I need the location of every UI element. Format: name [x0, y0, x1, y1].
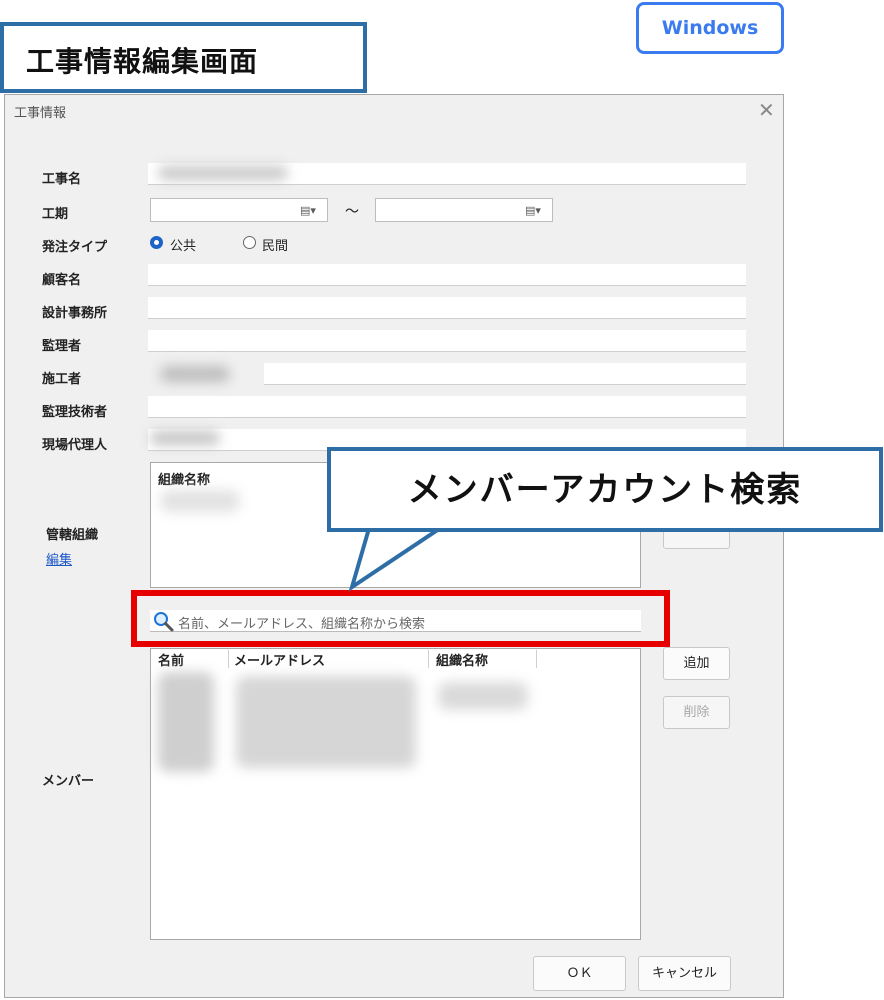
member-column-email: メールアドレス — [234, 654, 326, 669]
org-label: 管轄組織 — [46, 528, 99, 543]
column-separator — [536, 650, 537, 668]
calendar-icon[interactable]: ▤▾ — [300, 203, 322, 219]
add-member-button[interactable]: 追加 — [663, 647, 730, 680]
member-column-name: 名前 — [158, 654, 185, 669]
os-badge: Windows — [636, 2, 784, 54]
project-name-label: 工事名 — [42, 172, 82, 187]
order-type-private-radio[interactable] — [243, 236, 256, 249]
search-highlight-frame — [131, 590, 670, 647]
order-type-label: 発注タイプ — [42, 240, 108, 255]
cancel-button[interactable]: キャンセル — [638, 956, 731, 991]
calendar-icon[interactable]: ▤▾ — [525, 203, 547, 219]
period-label: 工期 — [42, 207, 69, 222]
design-office-label: 設計事務所 — [42, 306, 108, 321]
close-icon[interactable]: ✕ — [758, 98, 775, 122]
org-edit-link[interactable]: 編集 — [46, 549, 72, 568]
customer-label: 顧客名 — [42, 273, 82, 288]
column-separator — [228, 650, 229, 668]
order-type-public-label: 公共 — [170, 239, 197, 254]
design-office-input[interactable] — [148, 297, 746, 319]
redacted-site-agent — [150, 431, 220, 445]
redacted-member-names — [158, 672, 214, 772]
period-separator: ～ — [345, 204, 359, 220]
order-type-public-radio[interactable] — [150, 236, 163, 249]
org-column-header: 組織名称 — [158, 473, 211, 488]
redacted-member-emails — [236, 676, 416, 768]
redacted-org-row — [160, 490, 240, 512]
customer-input[interactable] — [148, 264, 746, 286]
order-type-private-label: 民間 — [262, 239, 289, 254]
delete-member-button[interactable]: 削除 — [663, 696, 730, 729]
member-label: メンバー — [42, 774, 95, 789]
member-column-org: 組織名称 — [436, 654, 489, 669]
callout-text: メンバーアカウント検索 — [407, 470, 803, 510]
supervising-engineer-label: 監理技術者 — [42, 405, 108, 420]
supervisor-input[interactable] — [148, 330, 746, 352]
supervising-engineer-input[interactable] — [148, 396, 746, 418]
redacted-contractor — [160, 366, 230, 382]
screen-title-banner: 工事情報編集画面 — [0, 22, 367, 93]
contractor-input[interactable] — [264, 363, 746, 385]
supervisor-label: 監理者 — [42, 339, 82, 354]
site-agent-label: 現場代理人 — [42, 438, 108, 453]
dialog-title: 工事情報 — [14, 106, 67, 121]
ok-button[interactable]: ＯＫ — [533, 956, 626, 991]
redacted-project-name — [158, 166, 288, 180]
contractor-label: 施工者 — [42, 372, 82, 387]
redacted-member-orgs — [438, 682, 528, 710]
callout-pointer — [348, 525, 449, 592]
column-separator — [428, 650, 429, 668]
